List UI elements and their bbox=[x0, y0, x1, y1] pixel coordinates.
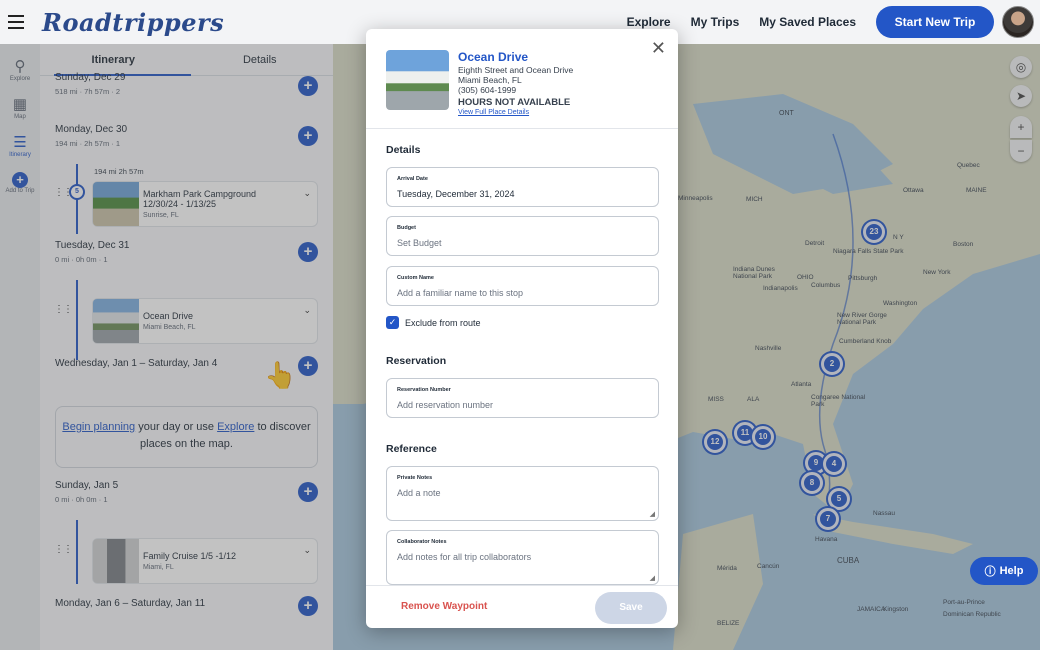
map-cluster-marker[interactable]: 10 bbox=[752, 426, 774, 448]
close-icon[interactable]: ✕ bbox=[651, 38, 666, 59]
zoom-out-button[interactable]: − bbox=[1010, 140, 1032, 162]
locate-icon[interactable]: ➤ bbox=[1010, 85, 1032, 107]
leg-distance: 194 mi 2h 57m bbox=[94, 167, 144, 176]
private-notes-textarea[interactable]: Private Notes Add a note ◢ bbox=[386, 466, 659, 521]
place-city: Miami Beach, FL bbox=[458, 75, 522, 85]
collaborator-notes-textarea[interactable]: Collaborator Notes Add notes for all tri… bbox=[386, 530, 659, 585]
nav-saved-places[interactable]: My Saved Places bbox=[759, 15, 856, 29]
map-cluster-marker[interactable]: 8 bbox=[801, 472, 823, 494]
budget-field[interactable]: Budget Set Budget bbox=[386, 216, 659, 256]
add-stop-button[interactable]: + bbox=[298, 242, 318, 262]
drag-handle-icon[interactable]: ⋮⋮ bbox=[54, 544, 73, 555]
place-hours: HOURS NOT AVAILABLE bbox=[458, 97, 571, 108]
top-nav: Explore My Trips My Saved Places Start N… bbox=[627, 0, 1040, 44]
begin-planning-link[interactable]: Begin planning bbox=[62, 421, 135, 433]
add-stop-button[interactable]: + bbox=[298, 356, 318, 376]
place-address: Eighth Street and Ocean Drive bbox=[458, 65, 574, 75]
map-cluster-marker[interactable]: 7 bbox=[817, 508, 839, 530]
stop-card[interactable]: Ocean Drive Miami Beach, FL ⌄ bbox=[92, 298, 318, 344]
list-icon: ☰ bbox=[13, 134, 27, 151]
map-cluster-marker[interactable]: 23 bbox=[863, 221, 885, 243]
reservation-number-field[interactable]: Reservation Number Add reservation numbe… bbox=[386, 378, 659, 418]
day-header: Monday, Dec 30 194 mi · 2h 57m · 1 + bbox=[55, 124, 318, 148]
save-button[interactable]: Save bbox=[595, 592, 667, 624]
chevron-down-icon[interactable]: ⌄ bbox=[303, 545, 311, 556]
itinerary-sidebar: Itinerary Details Sunday, Dec 29 518 mi … bbox=[40, 44, 333, 650]
day-header: Sunday, Jan 5 0 mi · 0h 0m · 1 + bbox=[55, 480, 318, 504]
exclude-checkbox[interactable]: ✓ bbox=[386, 316, 399, 329]
route-line bbox=[76, 280, 78, 360]
rail-explore[interactable]: ⚲ Explore bbox=[0, 58, 40, 82]
map-cluster-marker[interactable]: 2 bbox=[821, 353, 843, 375]
stop-card[interactable]: Family Cruise 1/5 -1/12 Miami, FL ⌄ bbox=[92, 538, 318, 584]
exclude-from-route-row[interactable]: ✓ Exclude from route bbox=[386, 316, 481, 329]
view-place-details-link[interactable]: View Full Place Details bbox=[458, 109, 529, 116]
app-logo[interactable]: Roadtrippers bbox=[42, 8, 224, 37]
map-icon: ▦ bbox=[12, 96, 28, 113]
remove-waypoint-button[interactable]: Remove Waypoint bbox=[401, 601, 487, 612]
rail-add-to-trip[interactable]: + Add to Trip bbox=[0, 172, 40, 194]
chevron-down-icon[interactable]: ⌄ bbox=[303, 188, 311, 199]
place-title[interactable]: Ocean Drive bbox=[458, 50, 528, 64]
tab-details[interactable]: Details bbox=[187, 44, 334, 75]
day-header: Tuesday, Dec 31 0 mi · 0h 0m · 1 + bbox=[55, 240, 318, 264]
stop-thumbnail bbox=[93, 182, 139, 226]
add-stop-button[interactable]: + bbox=[298, 482, 318, 502]
day-header: Monday, Jan 6 – Saturday, Jan 11 + bbox=[55, 596, 318, 616]
drag-handle-icon[interactable]: ⋮⋮ bbox=[54, 304, 73, 315]
search-icon: ⚲ bbox=[14, 58, 26, 75]
place-phone: (305) 604-1999 bbox=[458, 85, 517, 95]
chevron-down-icon[interactable]: ⌄ bbox=[303, 305, 311, 316]
route-line bbox=[76, 520, 78, 584]
explore-link[interactable]: Explore bbox=[217, 421, 254, 433]
nav-my-trips[interactable]: My Trips bbox=[691, 15, 740, 29]
custom-name-field[interactable]: Custom Name Add a familiar name to this … bbox=[386, 266, 659, 306]
map-cluster-marker[interactable]: 4 bbox=[823, 453, 845, 475]
add-stop-button[interactable]: + bbox=[298, 126, 318, 146]
globe-icon[interactable]: ◎ bbox=[1010, 56, 1032, 78]
icon-rail: ⚲ Explore ▦ Map ☰ Itinerary + Add to Tri… bbox=[0, 44, 40, 650]
map-cluster-marker[interactable]: 5 bbox=[828, 488, 850, 510]
stop-thumbnail bbox=[93, 539, 139, 583]
add-stop-button[interactable]: + bbox=[298, 596, 318, 616]
pointer-hand-icon: 👆 bbox=[264, 360, 297, 390]
avatar[interactable] bbox=[1002, 6, 1034, 38]
help-icon: ⓘ bbox=[984, 566, 996, 578]
plus-icon: + bbox=[12, 172, 28, 188]
place-thumbnail bbox=[386, 50, 449, 110]
rail-map[interactable]: ▦ Map bbox=[0, 96, 40, 120]
map-cluster-marker[interactable]: 12 bbox=[704, 431, 726, 453]
plan-empty-state: Begin planning your day or use Explore t… bbox=[55, 406, 318, 468]
stop-thumbnail bbox=[93, 299, 139, 343]
help-button[interactable]: ⓘ Help bbox=[970, 557, 1038, 585]
resize-grip-icon[interactable]: ◢ bbox=[650, 574, 655, 582]
nav-explore[interactable]: Explore bbox=[627, 15, 671, 29]
add-stop-button[interactable]: + bbox=[298, 76, 318, 96]
stop-card[interactable]: Markham Park Campground 12/30/24 - 1/13/… bbox=[92, 181, 318, 227]
zoom-in-button[interactable]: + bbox=[1010, 116, 1032, 138]
edit-waypoint-modal: Ocean Drive Eighth Street and Ocean Driv… bbox=[366, 29, 678, 628]
start-new-trip-button[interactable]: Start New Trip bbox=[876, 6, 994, 38]
reference-heading: Reference bbox=[386, 443, 437, 455]
stop-number-badge: 5 bbox=[69, 184, 85, 200]
resize-grip-icon[interactable]: ◢ bbox=[650, 510, 655, 518]
details-heading: Details bbox=[386, 144, 421, 156]
place-header: Ocean Drive Eighth Street and Ocean Driv… bbox=[366, 29, 678, 129]
rail-itinerary[interactable]: ☰ Itinerary bbox=[0, 134, 40, 158]
reservation-heading: Reservation bbox=[386, 355, 447, 367]
tab-itinerary[interactable]: Itinerary bbox=[40, 44, 187, 75]
modal-footer: Remove Waypoint Save bbox=[366, 585, 678, 628]
hamburger-menu-icon[interactable] bbox=[8, 10, 32, 34]
arrival-date-field[interactable]: Arrival Date Tuesday, December 31, 2024 bbox=[386, 167, 659, 207]
day-header: Sunday, Dec 29 518 mi · 7h 57m · 2 + bbox=[55, 72, 318, 96]
